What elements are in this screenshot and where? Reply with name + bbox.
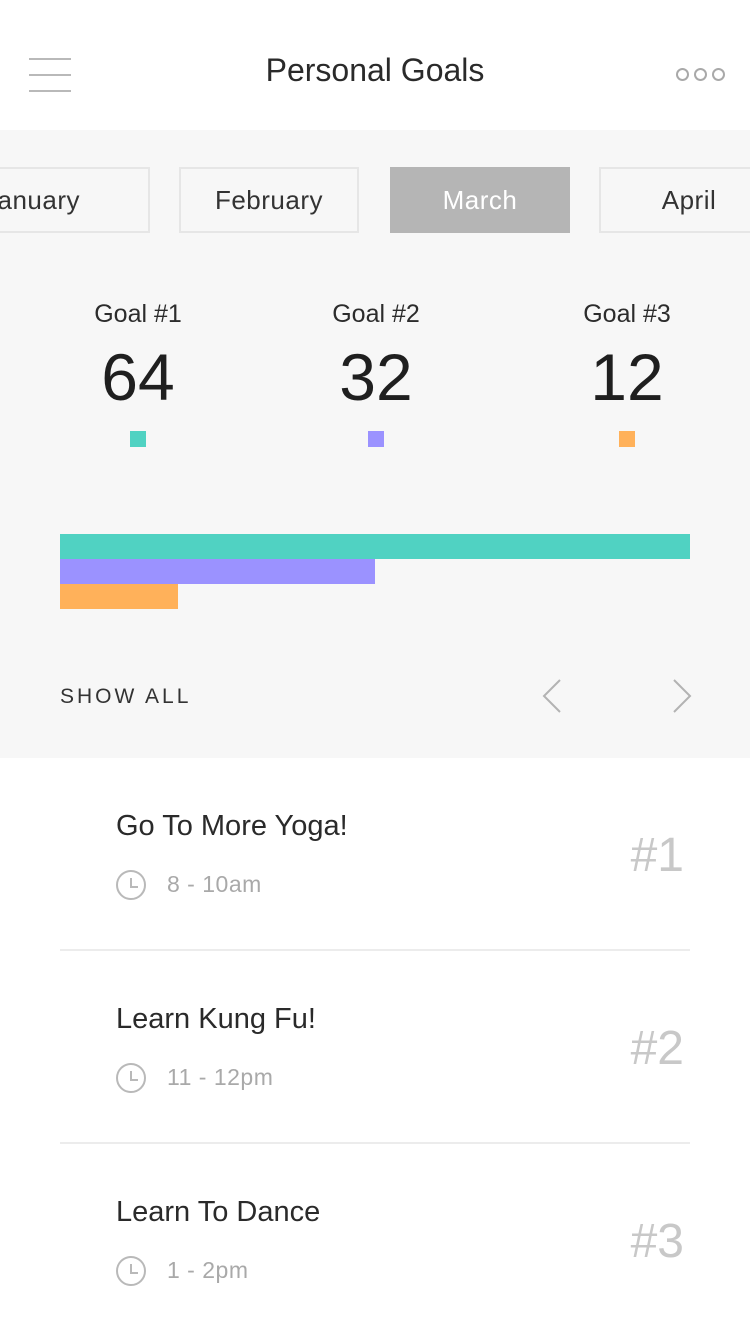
show-all-button[interactable]: SHOW ALL	[60, 685, 191, 709]
month-tab-january[interactable]: January	[0, 167, 150, 233]
goal-label: Goal #1	[94, 300, 182, 328]
goal-label: Goal #3	[583, 300, 671, 328]
goals-bar-chart	[60, 534, 690, 609]
item-title: Learn Kung Fu!	[116, 1003, 316, 1035]
chevron-right-icon[interactable]	[670, 678, 694, 714]
goal-summary-3: Goal #3 12	[527, 300, 727, 447]
goal-value: 32	[339, 340, 413, 414]
list-item[interactable]: Learn To Dance 1 - 2pm #3	[60, 1144, 690, 1334]
goal-color-swatch	[368, 431, 384, 447]
list-item[interactable]: Go To More Yoga! 8 - 10am #1	[60, 758, 690, 951]
goal-color-swatch	[130, 431, 146, 447]
time-text: 11 - 12pm	[167, 1064, 274, 1090]
goal-summary-2: Goal #2 32	[276, 300, 476, 447]
page-title: Personal Goals	[265, 52, 485, 88]
bar-goal-3	[60, 584, 178, 609]
item-rank: #3	[630, 1215, 684, 1268]
header: Personal Goals	[0, 0, 750, 130]
time-text: 8 - 10am	[167, 871, 262, 897]
month-tab-february[interactable]: February	[179, 167, 359, 233]
item-title: Learn To Dance	[116, 1196, 321, 1228]
month-tab-april[interactable]: April	[599, 167, 750, 233]
item-rank: #1	[630, 829, 684, 882]
app-screen: Personal Goals January February March Ap…	[0, 0, 750, 1334]
clock-icon	[116, 1063, 146, 1093]
month-tab-march[interactable]: March	[390, 167, 570, 233]
goals-panel: January February March April Goal #1 64 …	[0, 130, 750, 758]
item-rank: #2	[630, 1022, 684, 1075]
time-text: 1 - 2pm	[167, 1257, 249, 1283]
goal-value: 64	[101, 340, 175, 414]
goal-color-swatch	[619, 431, 635, 447]
list-item[interactable]: Learn Kung Fu! 11 - 12pm #2	[60, 951, 690, 1144]
bar-goal-2	[60, 559, 375, 584]
more-options-icon[interactable]	[676, 68, 725, 82]
clock-icon	[116, 1256, 146, 1286]
chevron-left-icon[interactable]	[540, 678, 564, 714]
goal-summary-1: Goal #1 64	[38, 300, 238, 447]
goal-label: Goal #2	[332, 300, 420, 328]
item-title: Go To More Yoga!	[116, 810, 348, 842]
bar-goal-1	[60, 534, 690, 559]
goal-value: 12	[590, 340, 664, 414]
clock-icon	[116, 870, 146, 900]
